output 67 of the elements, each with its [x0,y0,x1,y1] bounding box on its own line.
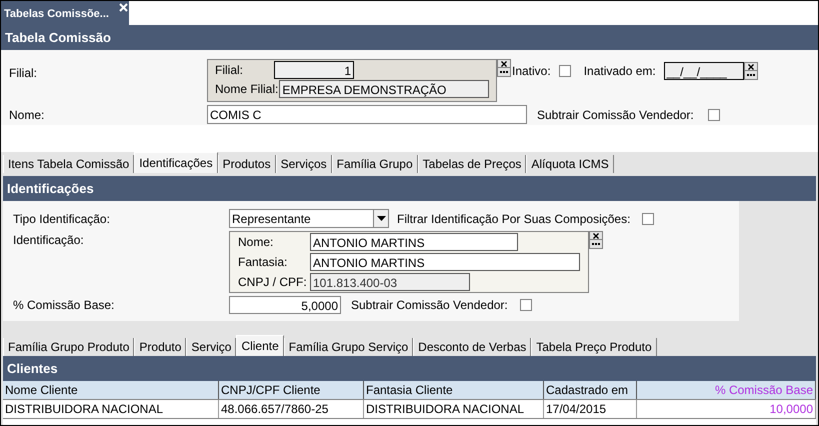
table-cell: DISTRIBUIDORA NACIONAL [3,400,219,418]
field-label: Nome: [9,106,46,124]
column-header[interactable]: Cadastrado em [544,381,637,399]
section-title: Clientes [7,360,58,378]
tab[interactable]: Família Grupo Serviço [284,338,414,356]
tab[interactable]: Cliente [236,335,284,356]
clear-button[interactable] [497,59,511,68]
table-cell: 10,0000 [637,400,816,418]
tab[interactable]: Serviço [186,338,236,356]
more-button[interactable] [589,240,603,249]
column-header[interactable]: Nome Cliente [3,381,219,399]
field-label: Filial: [9,65,38,82]
more-button[interactable] [497,68,511,77]
tab[interactable]: Família Grupo Produto [3,338,134,356]
field-label: Nome: [238,234,274,251]
name-field[interactable]: ANTONIO MARTINS [310,233,518,251]
table-cell: DISTRIBUIDORA NACIONAL [364,400,544,418]
code-field[interactable]: 1 [274,61,354,79]
close-icon[interactable] [119,3,128,12]
column-header[interactable]: CNPJ/CPF Cliente [219,381,364,399]
tab[interactable]: Alíquota ICMS [526,155,614,173]
trade-name-field[interactable]: ANTONIO MARTINS [310,253,580,271]
table-cell: 17/04/2015 [544,400,637,418]
section-title: Tabela Comissão [5,28,111,47]
dropdown-arrow-icon [376,216,386,221]
checkbox[interactable] [520,299,532,311]
document-tab[interactable]: Tabelas Comissõe... [1,1,129,25]
close-icon [748,64,754,70]
close-icon [593,232,599,238]
field-label: Filtrar Identificação Por Suas Composições: [397,210,630,228]
tab[interactable]: Serviços [276,155,332,173]
field-label: Inativo: [512,63,551,80]
tab[interactable]: Tabela Preço Produto [531,338,657,356]
name-input[interactable]: COMIS C [207,105,527,124]
more-button[interactable] [744,71,758,80]
tab[interactable]: Produtos [218,155,276,173]
tab[interactable]: Produto [134,338,186,356]
tab[interactable]: Identificações [134,152,218,173]
field-label: Nome Filial: [215,81,278,98]
clear-button[interactable] [744,62,758,71]
checkbox[interactable] [708,108,720,120]
tab[interactable]: Itens Tabela Comissão [3,155,134,173]
field-label: Inativado em: [584,63,656,80]
type-dropdown[interactable]: Representante [229,209,389,228]
field-label: Subtrair Comissão Vendedor: [351,297,508,314]
section-title: Identificações [7,180,94,198]
column-header[interactable]: Fantasia Cliente [364,381,544,399]
tab[interactable]: Desconto de Verbas [413,338,532,356]
close-icon [501,60,507,66]
name-field[interactable]: EMPRESA DEMONSTRAÇÃO [279,80,489,98]
field-label: Identificação: [13,232,85,249]
field-label: Tipo Identificação: [13,210,111,228]
checkbox[interactable] [558,65,571,77]
field-label: Subtrair Comissão Vendedor: [537,106,694,124]
commission-field[interactable]: 5,0000 [229,296,341,314]
tax-id-field[interactable]: 101.813.400-03 [310,273,470,291]
table-cell: 48.066.657/7860-25 [219,400,364,418]
field-label: Filial: [215,62,244,79]
checkbox[interactable] [642,212,654,224]
field-label: % Comissão Base: [13,297,116,314]
field-label: Fantasia: [238,254,288,271]
field-label: CNPJ / CPF: [238,274,308,291]
tab[interactable]: Família Grupo [332,155,418,173]
date-field[interactable]: __/__/____ [664,62,744,80]
clear-button[interactable] [589,231,603,240]
column-header[interactable]: % Comissão Base [637,381,816,399]
tab[interactable]: Tabelas de Preços [418,155,526,173]
